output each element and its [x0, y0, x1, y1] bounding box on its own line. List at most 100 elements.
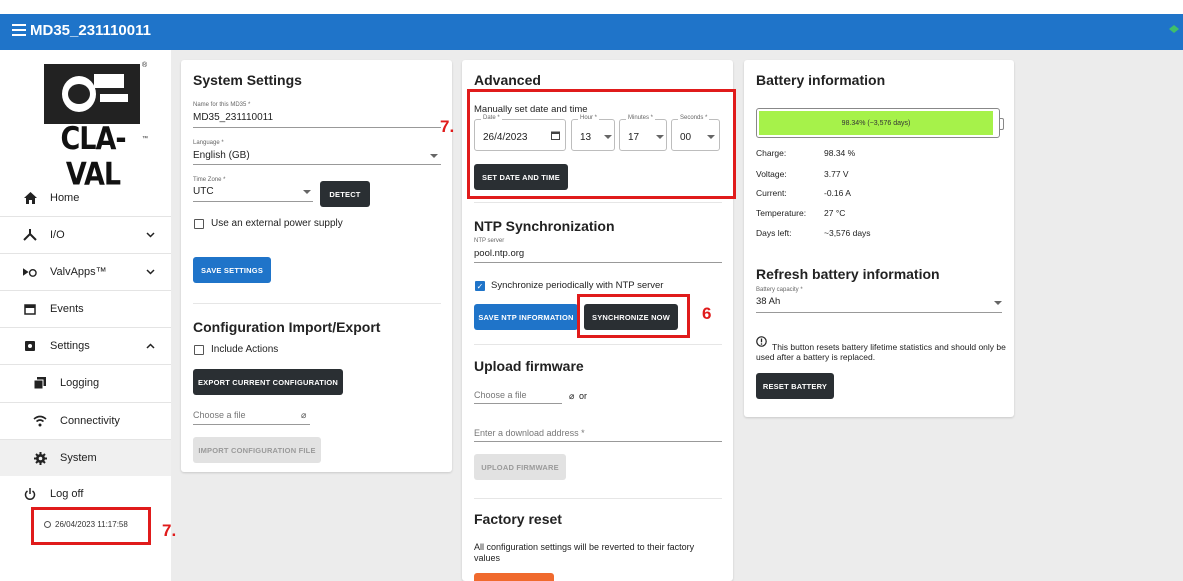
- factory-reset-text: All configuration settings will be rever…: [474, 542, 695, 563]
- firmware-title: Upload firmware: [474, 358, 584, 374]
- chevron-up-icon: [146, 341, 155, 351]
- sync-periodic-checkbox[interactable]: ✓: [475, 281, 485, 291]
- app-title: MD35_231110011: [30, 22, 151, 39]
- dropdown-arrow-icon: [994, 301, 1002, 305]
- stat-value: 98.34 %: [824, 148, 856, 158]
- status-icon[interactable]: [1169, 25, 1179, 33]
- download-address-input[interactable]: Enter a download address *: [474, 428, 585, 438]
- sidebar-item-label: ValvApps™: [50, 266, 107, 278]
- dropdown-arrow-icon: [430, 154, 438, 158]
- detect-button[interactable]: DETECT: [320, 181, 370, 207]
- sidebar-item-connectivity[interactable]: Connectivity: [0, 403, 171, 439]
- dropdown-arrow-icon: [303, 190, 311, 194]
- ntp-server-label: NTP server: [474, 238, 505, 244]
- timezone-label: Time Zone *: [193, 177, 226, 183]
- ntp-server-input[interactable]: pool.ntp.org: [474, 248, 524, 259]
- save-ntp-button[interactable]: SAVE NTP INFORMATION: [474, 304, 578, 330]
- stat-key: Temperature:: [756, 208, 807, 218]
- sidebar-item-label: System: [60, 452, 97, 464]
- power-icon: [23, 487, 37, 501]
- reset-battery-button[interactable]: RESET BATTERY: [756, 373, 834, 399]
- capacity-select[interactable]: 38 Ah: [756, 296, 780, 307]
- app-header: MD35_231110011: [0, 14, 1183, 50]
- include-actions-checkbox[interactable]: [194, 345, 204, 355]
- hamburger-menu-icon[interactable]: [12, 24, 26, 36]
- sidebar-item-label: Home: [50, 192, 80, 204]
- logo-mark: [44, 64, 140, 124]
- refresh-battery-title: Refresh battery information: [756, 266, 940, 282]
- name-field[interactable]: MD35_231110011: [193, 112, 273, 123]
- battery-card: Battery information 98.34% (~3,576 days)…: [744, 60, 1014, 417]
- chevron-down-icon: [146, 267, 155, 277]
- or-label: or: [579, 391, 588, 401]
- include-actions-label: Include Actions: [211, 344, 279, 355]
- io-icon: [23, 228, 37, 242]
- stat-key: Voltage:: [756, 169, 787, 179]
- attach-icon: ⌀: [569, 391, 575, 401]
- sidebar-item-label: Log off: [50, 488, 84, 500]
- export-config-button[interactable]: EXPORT CURRENT CONFIGURATION: [193, 369, 343, 395]
- stat-value: 3.77 V: [824, 169, 849, 179]
- stat-key: Days left:: [756, 228, 792, 238]
- stat-value: 27 °C: [824, 208, 846, 218]
- language-select[interactable]: English (GB): [193, 150, 250, 161]
- attach-icon: ⌀: [301, 410, 307, 420]
- sidebar-item-label: I/O: [50, 229, 65, 241]
- annotation-label: 7.: [440, 117, 455, 136]
- calendar-icon: [23, 302, 37, 316]
- cla-val-logo: ® CLA-VAL ™: [38, 62, 148, 193]
- battery-fill: 98.34% (~3,576 days): [759, 111, 994, 135]
- battery-warning-text: This button resets battery lifetime stat…: [756, 342, 1006, 362]
- valvapps-icon: [23, 265, 37, 279]
- sidebar-item-label: Connectivity: [60, 415, 120, 427]
- sidebar-item-io[interactable]: I/O: [0, 217, 171, 253]
- firmware-choose-file[interactable]: Choose a file: [474, 390, 527, 400]
- annotation-box-clock: [31, 507, 151, 545]
- annotation-box-date: [467, 89, 736, 199]
- sidebar-item-label: Settings: [50, 340, 90, 352]
- battery-gauge: 98.34% (~3,576 days): [756, 108, 1004, 138]
- gear-icon: [33, 451, 47, 465]
- sidebar-item-settings[interactable]: Settings: [0, 328, 171, 364]
- upload-firmware-button[interactable]: UPLOAD FIRMWARE: [474, 454, 566, 480]
- timezone-select[interactable]: UTC: [193, 186, 214, 197]
- save-settings-button[interactable]: SAVE SETTINGS: [193, 257, 271, 283]
- stat-value: ~3,576 days: [824, 228, 871, 238]
- name-label: Name for this MD35 *: [193, 102, 251, 108]
- stat-value: -0.16 A: [824, 188, 851, 198]
- config-title: Configuration Import/Export: [193, 319, 381, 335]
- sidebar: ® CLA-VAL ™ Home I/O ValvApps™ Events Se…: [0, 50, 171, 581]
- external-power-checkbox[interactable]: [194, 219, 204, 229]
- home-icon: [23, 191, 37, 205]
- sidebar-item-system[interactable]: System: [0, 440, 171, 476]
- factory-reset-button[interactable]: [474, 573, 554, 581]
- annotation-box-sync: [577, 294, 690, 338]
- choose-file-input[interactable]: Choose a file: [193, 410, 246, 420]
- battery-level-text: 98.34% (~3,576 days): [841, 119, 911, 127]
- system-settings-card: System Settings Name for this MD35 * MD3…: [181, 60, 452, 472]
- sidebar-item-label: Events: [50, 303, 84, 315]
- logging-icon: [33, 376, 47, 390]
- factory-reset-title: Factory reset: [474, 511, 562, 527]
- ntp-title: NTP Synchronization: [474, 218, 615, 234]
- card-title: System Settings: [193, 72, 302, 88]
- sync-periodic-label: Synchronize periodically with NTP server: [491, 280, 664, 291]
- sidebar-item-events[interactable]: Events: [0, 291, 171, 327]
- sidebar-item-label: Logging: [60, 377, 100, 389]
- wifi-icon: [33, 414, 47, 428]
- stat-key: Current:: [756, 188, 787, 198]
- sidebar-item-valvapps[interactable]: ValvApps™: [0, 254, 171, 290]
- stat-key: Charge:: [756, 148, 787, 158]
- card-title: Advanced: [474, 72, 541, 88]
- sidebar-item-home[interactable]: Home: [0, 180, 171, 216]
- capacity-label: Battery capacity *: [756, 287, 803, 293]
- annotation-label: 6: [702, 304, 712, 323]
- settings-icon: [23, 339, 37, 353]
- sidebar-item-logging[interactable]: Logging: [0, 365, 171, 401]
- annotation-label: 7.: [162, 521, 177, 540]
- external-power-label: Use an external power supply: [211, 218, 343, 229]
- language-label: Language *: [193, 140, 224, 146]
- card-title: Battery information: [756, 72, 886, 88]
- chevron-down-icon: [146, 230, 155, 240]
- import-config-button[interactable]: IMPORT CONFIGURATION FILE: [193, 437, 321, 463]
